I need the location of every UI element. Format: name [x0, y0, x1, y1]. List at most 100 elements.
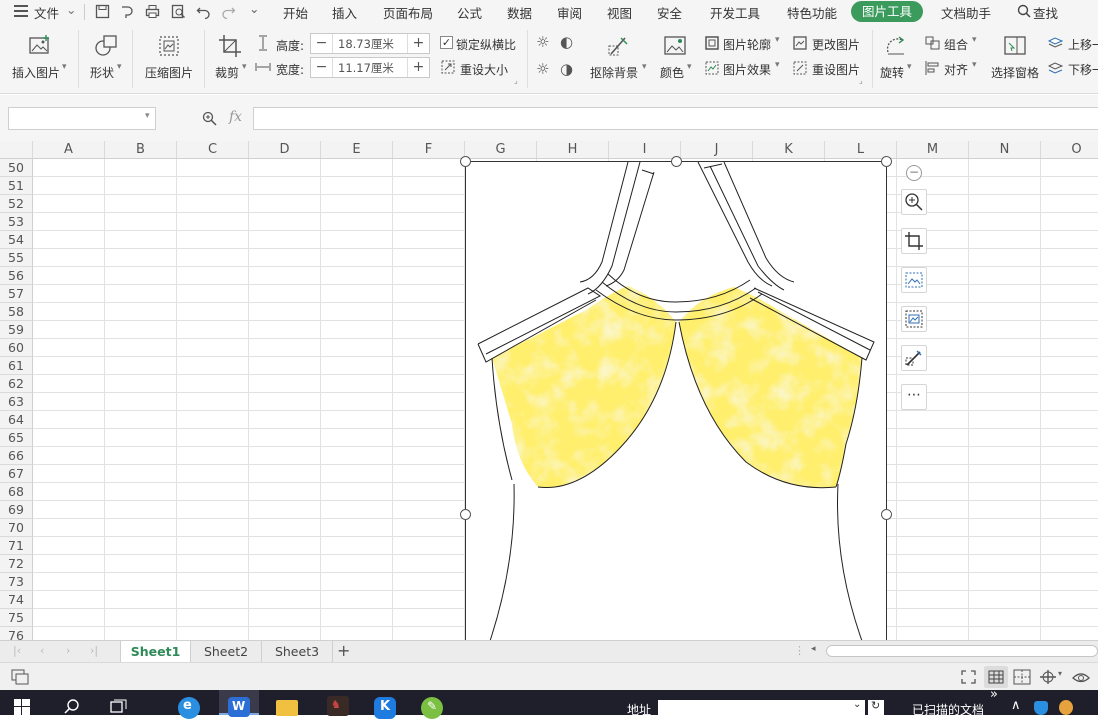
- tab-review[interactable]: 审阅: [557, 3, 582, 22]
- column-header[interactable]: B: [105, 141, 177, 159]
- chevron-down-icon[interactable]: ▾: [775, 60, 780, 70]
- column-header[interactable]: N: [969, 141, 1041, 159]
- row-header[interactable]: 51: [0, 177, 33, 195]
- dialog-launcher-icon[interactable]: ⌟: [859, 76, 863, 85]
- row-header[interactable]: 52: [0, 195, 33, 213]
- resize-handle-top-center[interactable]: [671, 156, 682, 167]
- row-header[interactable]: 68: [0, 483, 33, 501]
- row-header[interactable]: 55: [0, 249, 33, 267]
- scroll-left-icon[interactable]: ◂: [811, 644, 816, 654]
- picture-effect-tool[interactable]: [901, 306, 927, 332]
- refresh-button[interactable]: ↻: [868, 699, 884, 715]
- height-stepper[interactable]: − 18.73厘米 +: [310, 33, 430, 54]
- add-sheet-button[interactable]: +: [337, 641, 350, 660]
- normal-view-button[interactable]: [984, 666, 1008, 688]
- height-value[interactable]: 18.73厘米: [338, 36, 394, 52]
- more-options-tool[interactable]: ⋯: [901, 384, 927, 410]
- search-button[interactable]: 查找: [1033, 3, 1058, 22]
- column-header[interactable]: G: [465, 141, 537, 159]
- row-header[interactable]: 64: [0, 411, 33, 429]
- column-header[interactable]: M: [897, 141, 969, 159]
- sheet-tab-2[interactable]: Sheet2: [191, 641, 262, 662]
- row-header[interactable]: 54: [0, 231, 33, 249]
- chevron-down-icon[interactable]: ▾: [642, 62, 647, 72]
- zoom-icon[interactable]: [202, 111, 217, 126]
- reset-size-button[interactable]: 重设大小: [460, 61, 508, 78]
- shape-button[interactable]: 形状: [90, 64, 114, 81]
- name-box[interactable]: [8, 107, 156, 130]
- change-picture-icon[interactable]: [793, 36, 807, 50]
- shape-icon[interactable]: [94, 34, 120, 58]
- horizontal-scrollbar[interactable]: [826, 645, 1098, 657]
- color-button[interactable]: 颜色: [660, 64, 684, 81]
- row-header[interactable]: 56: [0, 267, 33, 285]
- save-icon[interactable]: [95, 4, 110, 19]
- chevron-down-icon[interactable]: ▾: [1058, 669, 1062, 678]
- increase-contrast-icon[interactable]: ◐: [560, 33, 573, 51]
- tab-developer[interactable]: 开发工具: [710, 3, 760, 22]
- group-icon[interactable]: [925, 36, 940, 50]
- file-menu[interactable]: 文件: [34, 3, 59, 22]
- tab-home[interactable]: 开始: [283, 3, 308, 22]
- row-header[interactable]: 69: [0, 501, 33, 519]
- tray-expand-icon[interactable]: ∧: [1011, 698, 1021, 713]
- change-picture-button[interactable]: 更改图片: [812, 36, 860, 53]
- spreadsheet-grid[interactable]: A B C D E F G H I J K L M N O 50 51 52 5…: [0, 141, 1098, 640]
- corner-cell[interactable]: [0, 141, 33, 159]
- column-header[interactable]: O: [1041, 141, 1098, 159]
- picture-outline-icon[interactable]: [705, 36, 719, 50]
- prev-sheet-icon[interactable]: ‹: [40, 644, 44, 657]
- row-header[interactable]: 50: [0, 159, 33, 177]
- resize-handle-middle-right[interactable]: [881, 509, 892, 520]
- width-stepper[interactable]: − 11.17厘米 +: [310, 57, 430, 78]
- row-header[interactable]: 72: [0, 555, 33, 573]
- reset-size-icon[interactable]: [441, 60, 455, 74]
- align-icon[interactable]: [925, 61, 940, 75]
- reset-picture-icon[interactable]: [793, 61, 807, 75]
- lock-ratio-label[interactable]: 锁定纵横比: [456, 36, 516, 53]
- search-icon[interactable]: [64, 698, 80, 714]
- chevron-down-icon[interactable]: ▾: [62, 62, 67, 72]
- decrease-contrast-icon[interactable]: ◑: [560, 60, 573, 78]
- chevron-down-icon[interactable]: ▾: [117, 62, 122, 72]
- redo-icon[interactable]: [221, 4, 236, 19]
- rotate-icon[interactable]: [884, 34, 908, 58]
- crop-tool[interactable]: [901, 228, 927, 254]
- collapse-toolbar-icon[interactable]: −: [906, 165, 922, 181]
- row-header[interactable]: 63: [0, 393, 33, 411]
- row-header[interactable]: 59: [0, 321, 33, 339]
- height-increment-button[interactable]: +: [407, 34, 429, 53]
- tab-picture-tools[interactable]: 图片工具: [851, 1, 923, 22]
- task-view-icon[interactable]: [110, 699, 128, 713]
- chevron-down-icon[interactable]: ▾: [775, 35, 780, 45]
- resize-handle-top-left[interactable]: [460, 156, 471, 167]
- row-header[interactable]: 67: [0, 465, 33, 483]
- wps-app-icon[interactable]: W: [219, 690, 259, 717]
- first-sheet-icon[interactable]: |‹: [13, 644, 21, 657]
- tab-doc-assistant[interactable]: 文档助手: [941, 3, 991, 22]
- lock-ratio-checkbox[interactable]: ✓: [440, 36, 453, 49]
- remove-background-button[interactable]: 抠除背景: [590, 64, 638, 81]
- column-header[interactable]: I: [609, 141, 681, 159]
- picture-effect-icon[interactable]: [705, 61, 719, 75]
- kuaiya-app-icon[interactable]: K: [374, 697, 396, 719]
- windows-start-icon[interactable]: [14, 699, 30, 715]
- row-header[interactable]: 66: [0, 447, 33, 465]
- column-header[interactable]: H: [537, 141, 609, 159]
- dialog-launcher-icon[interactable]: ⌟: [514, 76, 518, 85]
- row-header[interactable]: 70: [0, 519, 33, 537]
- page-break-view-icon[interactable]: [1013, 669, 1031, 685]
- row-header[interactable]: 62: [0, 375, 33, 393]
- sheet-tab-1[interactable]: Sheet1: [120, 641, 191, 662]
- tab-security[interactable]: 安全: [657, 3, 682, 22]
- row-header[interactable]: 60: [0, 339, 33, 357]
- column-header[interactable]: D: [249, 141, 321, 159]
- bring-forward-icon[interactable]: [1048, 36, 1063, 50]
- remove-background-icon[interactable]: [607, 34, 631, 58]
- group-button[interactable]: 组合: [944, 36, 968, 53]
- fx-label[interactable]: fx: [229, 109, 242, 125]
- row-header[interactable]: 53: [0, 213, 33, 231]
- fullscreen-icon[interactable]: [960, 669, 977, 685]
- scanned-docs-label[interactable]: 已扫描的文档: [912, 701, 984, 718]
- bring-forward-button[interactable]: 上移一: [1068, 36, 1098, 53]
